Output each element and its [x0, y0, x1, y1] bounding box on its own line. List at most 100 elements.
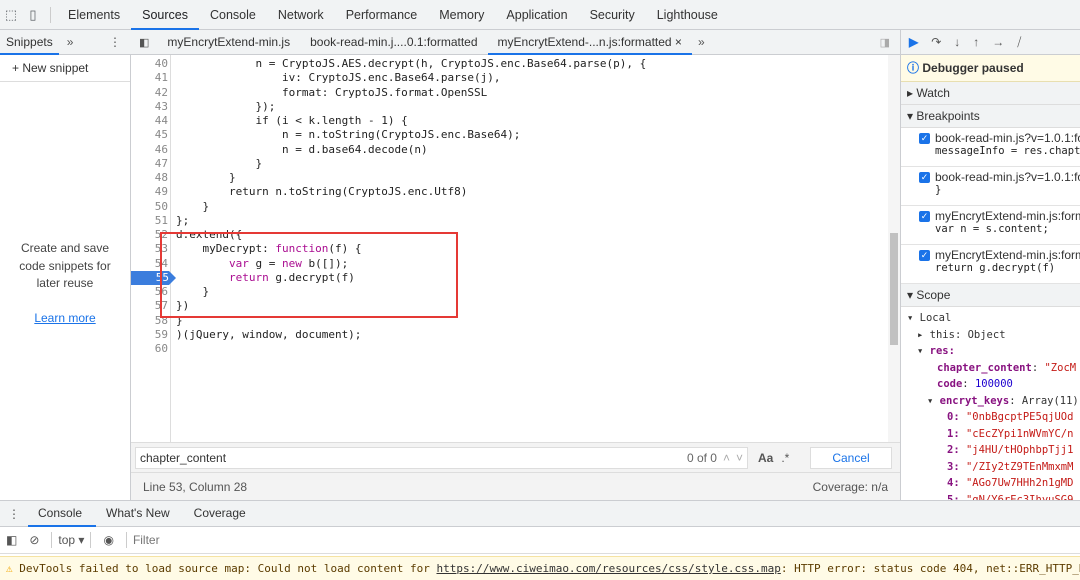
scope-local[interactable]: ▾ Local	[907, 310, 1080, 327]
inspect-element-icon[interactable]: ⬚	[0, 7, 22, 23]
line-number[interactable]: 49	[131, 185, 168, 199]
code-line: 41 iv: CryptoJS.enc.Base64.parse(j),	[131, 71, 888, 85]
tab-console[interactable]: Console	[199, 0, 267, 30]
resume-icon[interactable]: ▶︎	[909, 35, 918, 49]
tab-security[interactable]: Security	[579, 0, 646, 30]
prop-value: 100000	[974, 378, 1013, 390]
breakpoint-checkbox[interactable]: ✓	[919, 250, 930, 261]
new-snippet-button[interactable]: + New snippet	[0, 55, 130, 82]
breakpoint-item[interactable]: ✓ myEncrytExtend-min.js:form return g.decr…	[901, 245, 1080, 284]
search-input[interactable]: chapter_content	[140, 451, 226, 465]
tab-snippets[interactable]: Snippets	[0, 30, 59, 55]
editor-tab[interactable]: myEncrytExtend-min.js	[157, 30, 300, 55]
console-filter-input[interactable]	[132, 529, 1080, 551]
line-number[interactable]: 60	[131, 342, 168, 356]
search-field[interactable]: chapter_content 0 of 0 ˄ ˅	[135, 446, 748, 469]
close-tab-icon[interactable]: ×	[672, 35, 682, 49]
prop-encryt-keys[interactable]: ▾ encryt_keys: Array(11)	[907, 393, 1080, 410]
line-number[interactable]: 45	[131, 128, 168, 142]
line-number[interactable]: 46	[131, 143, 168, 157]
scope-this[interactable]: ▸ this: Object	[907, 327, 1080, 344]
clear-console-icon[interactable]: ⊘	[23, 533, 45, 547]
tab-network[interactable]: Network	[267, 0, 335, 30]
drawer-tab-console[interactable]: Console	[28, 501, 97, 527]
editor-scrollbar[interactable]	[888, 55, 900, 442]
watch-label: Watch	[916, 86, 950, 100]
show-sidebar-icon[interactable]: ◧	[0, 533, 23, 547]
scrollbar-thumb[interactable]	[890, 233, 898, 345]
line-number[interactable]: 51	[131, 214, 168, 228]
scope-section-header[interactable]: ▾ Scope	[901, 284, 1080, 307]
line-number[interactable]: 43	[131, 100, 168, 114]
line-number[interactable]: 42	[131, 86, 168, 100]
toggle-navigator-icon[interactable]: ◧	[139, 36, 149, 49]
editor-tab-label: book-read-min.j....0.1:formatted	[310, 34, 478, 49]
source-map-link[interactable]: https://www.ciweimao.com/resources/css/s…	[436, 562, 780, 575]
line-number[interactable]: 44	[131, 114, 168, 128]
divider	[125, 532, 127, 548]
tab-sources[interactable]: Sources	[131, 0, 199, 30]
line-number[interactable]: 40	[131, 57, 168, 71]
more-tabs-icon[interactable]: »	[67, 35, 74, 49]
line-number[interactable]: 59	[131, 328, 168, 342]
array-item[interactable]: 0: "0nbBgcptPE5qjUOd	[907, 409, 1080, 426]
array-item[interactable]: 3: "/ZIy2tZ9TEnMmxmM	[907, 459, 1080, 476]
warning-text: DevTools failed to load source map: Coul…	[19, 562, 437, 575]
step-icon[interactable]: →	[992, 35, 1004, 49]
breakpoint-code: }	[935, 184, 942, 196]
match-count: 0 of 0	[686, 450, 717, 465]
this-label: this: Object	[929, 328, 1006, 341]
more-options-icon[interactable]: ⋮	[109, 35, 121, 49]
learn-more-link[interactable]: Learn more	[0, 311, 130, 325]
line-number[interactable]: 41	[131, 71, 168, 85]
scope-res[interactable]: ▾ res:	[907, 343, 1080, 360]
drawer-tab-coverage[interactable]: Coverage	[184, 501, 260, 527]
editor-tab[interactable]: myEncrytExtend-...n.js:formatted ×	[487, 30, 692, 55]
previous-match-icon[interactable]: ˄	[723, 451, 730, 465]
deactivate-breakpoints-icon[interactable]: ⧸	[1017, 35, 1021, 50]
toggle-debugger-icon[interactable]: ◨	[880, 36, 890, 49]
editor-status-bar: Line 53, Column 28 Coverage: n/a	[131, 472, 900, 500]
breakpoint-item[interactable]: ✓ myEncrytExtend-min.js:form var n = s.con…	[901, 206, 1080, 245]
cancel-search-button[interactable]: Cancel	[810, 446, 892, 469]
array-item[interactable]: 5: "gN/Y6rEc3IhyuSG9	[907, 492, 1080, 501]
drawer-menu-icon[interactable]: ⋮	[0, 507, 28, 521]
tab-elements[interactable]: Elements	[57, 0, 131, 30]
more-tabs-icon[interactable]: »	[698, 35, 705, 49]
breakpoint-item[interactable]: ✓ book-read-min.js?v=1.0.1:fo messageInfo …	[901, 128, 1080, 167]
device-toolbar-icon[interactable]: ▯	[22, 7, 44, 23]
tab-application[interactable]: Application	[495, 0, 578, 30]
watch-section-header[interactable]: ▸ Watch	[901, 82, 1080, 105]
array-item[interactable]: 2: "j4HU/tHOphbpTjj1	[907, 442, 1080, 459]
breakpoint-checkbox[interactable]: ✓	[919, 211, 930, 222]
tab-performance[interactable]: Performance	[335, 0, 429, 30]
step-out-icon[interactable]: ↑	[973, 35, 979, 49]
line-number[interactable]: 50	[131, 200, 168, 214]
context-selector[interactable]: top ▾	[58, 533, 84, 547]
tab-memory[interactable]: Memory	[428, 0, 495, 30]
cursor-position: Line 53, Column 28	[143, 479, 248, 494]
array-item[interactable]: 1: "cEcZYpi1nWVmYC/n	[907, 426, 1080, 443]
prop-value: "ZocM	[1044, 361, 1077, 374]
match-case-button[interactable]: Aa	[758, 451, 773, 465]
line-number[interactable]: 47	[131, 157, 168, 171]
breakpoint-checkbox[interactable]: ✓	[919, 172, 930, 183]
breakpoint-item[interactable]: ✓ book-read-min.js?v=1.0.1:fo}	[901, 167, 1080, 206]
step-into-icon[interactable]: ↓	[954, 35, 960, 49]
next-match-icon[interactable]: ˅	[736, 451, 743, 465]
breakpoint-checkbox[interactable]: ✓	[919, 133, 930, 144]
code-editor[interactable]: 40 n = CryptoJS.AES.decrypt(h, CryptoJS.…	[131, 55, 900, 442]
editor-tab[interactable]: book-read-min.j....0.1:formatted	[300, 30, 487, 55]
line-number[interactable]: 48	[131, 171, 168, 185]
prop-chapter-content[interactable]: chapter_content: "ZocM	[907, 360, 1080, 377]
breakpoints-section-header[interactable]: ▾ Breakpoints	[901, 105, 1080, 128]
regex-button[interactable]: .*	[781, 451, 789, 465]
tab-lighthouse[interactable]: Lighthouse	[646, 0, 729, 30]
drawer-tab-what-s-new[interactable]: What's New	[96, 501, 184, 527]
live-expression-eye-icon[interactable]: ◉	[97, 533, 119, 547]
step-over-icon[interactable]: ↷	[931, 35, 941, 49]
array-index: 4:	[947, 477, 966, 489]
array-value: "0nbBgcptPE5qjUOd	[965, 411, 1074, 423]
prop-code[interactable]: code: 100000	[907, 376, 1080, 393]
array-item[interactable]: 4: "AGo7Uw7HHh2n1gMD	[907, 475, 1080, 492]
